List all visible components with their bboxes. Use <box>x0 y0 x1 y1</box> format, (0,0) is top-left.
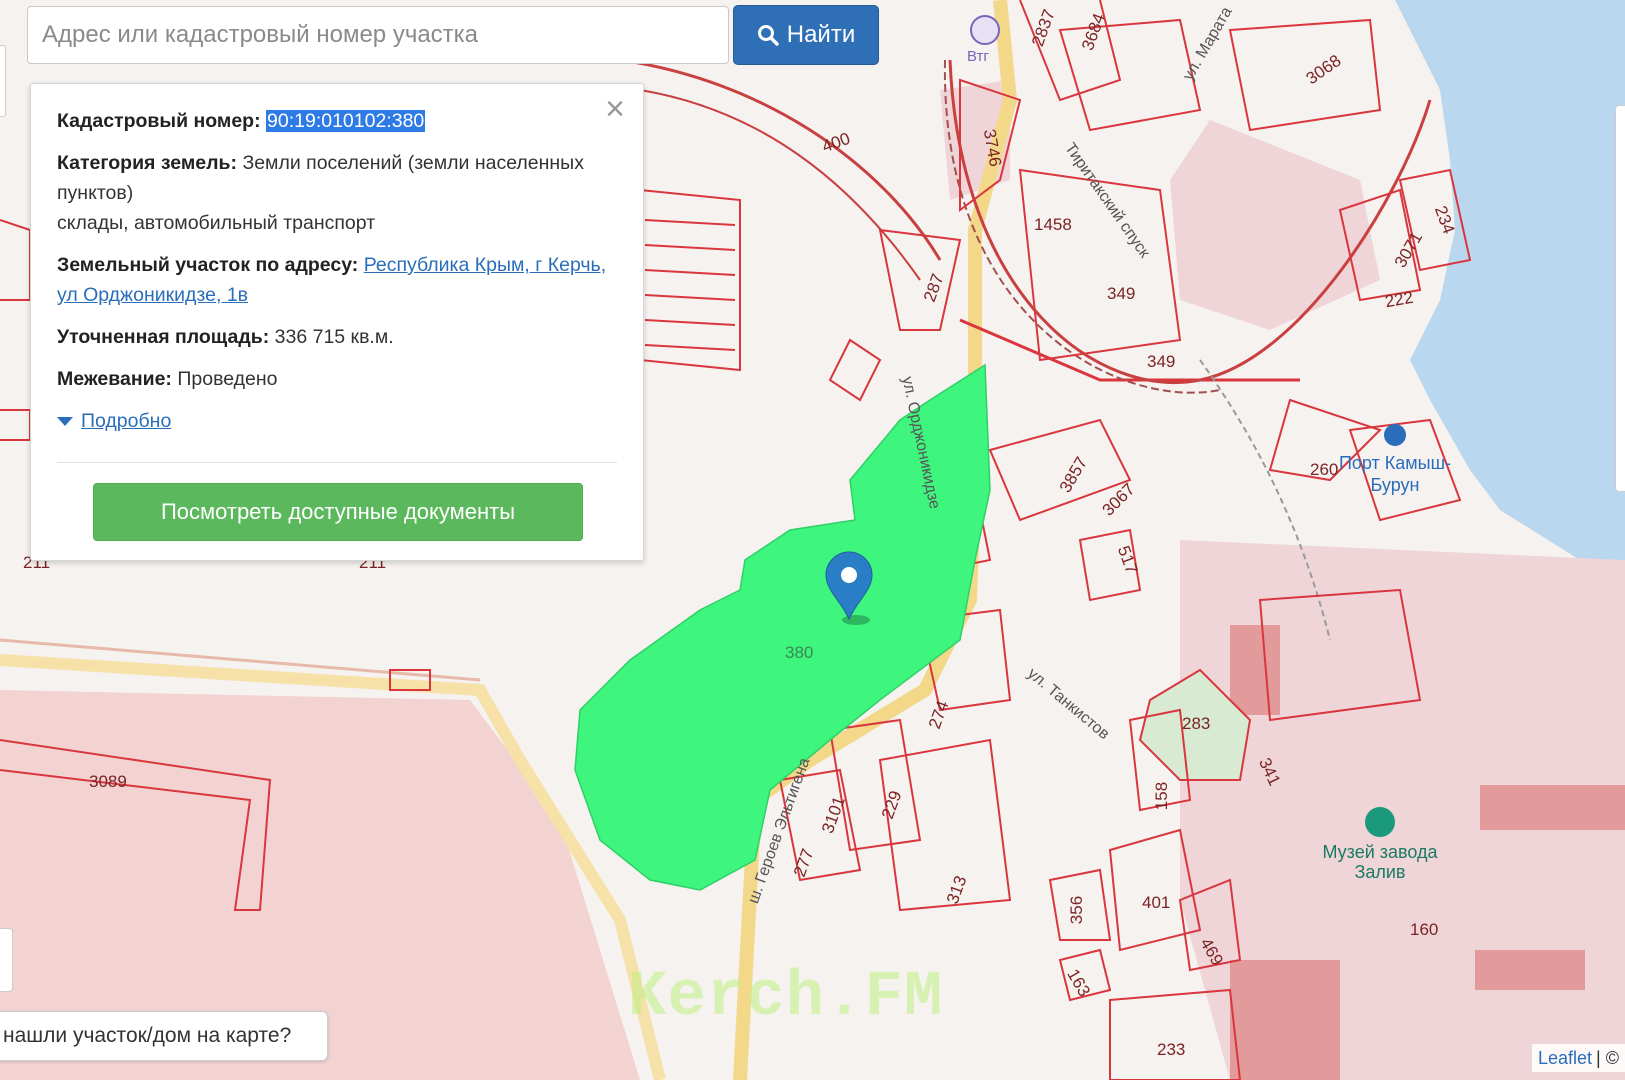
museum-icon <box>1365 807 1395 837</box>
parcel-label: 233 <box>1157 1040 1186 1059</box>
address-label: Земельный участок по адресу: <box>57 254 359 276</box>
parcel-label: 160 <box>1410 920 1439 939</box>
area-label: Уточненная площадь: <box>57 326 270 348</box>
find-button[interactable]: Найти <box>733 5 879 65</box>
details-toggle[interactable]: Подробно <box>57 406 617 436</box>
zoom-control[interactable] <box>0 928 13 992</box>
bus-stop-icon <box>970 15 1000 45</box>
search-input[interactable] <box>28 7 728 63</box>
chevron-down-icon <box>57 416 73 426</box>
address-row: Земельный участок по адресу: Республика … <box>57 250 617 310</box>
parcel-label: 1458 <box>1034 215 1072 234</box>
attribution-separator: | © <box>1596 1047 1619 1068</box>
parcel-info-popup: × Кадастровый номер: 90:19:010102:380 Ка… <box>30 83 644 561</box>
survey-value: Проведено <box>177 368 278 390</box>
find-button-label: Найти <box>786 21 856 48</box>
survey-label: Межевание: <box>57 368 172 390</box>
parcel-label: 283 <box>1182 714 1211 733</box>
parcel-label: 3089 <box>89 772 127 791</box>
close-icon[interactable]: × <box>605 92 625 126</box>
cadastral-number[interactable]: 90:19:010102:380 <box>266 110 426 132</box>
area-value: 336 715 кв.м. <box>274 326 394 348</box>
usage-text: склады, автомобильный транспорт <box>57 212 376 234</box>
right-panel-toggle[interactable] <box>1615 105 1625 492</box>
cadastral-row: Кадастровый номер: 90:19:010102:380 <box>57 106 617 136</box>
area-row: Уточненная площадь: 336 715 кв.м. <box>57 322 617 352</box>
port-icon <box>1384 424 1406 446</box>
parcel-label: 349 <box>1147 352 1176 371</box>
category-label: Категория земель: <box>57 152 238 174</box>
map-attribution: Leaflet | © <box>1532 1044 1625 1072</box>
view-documents-button[interactable]: Посмотреть доступные документы <box>93 483 583 541</box>
cadastral-label: Кадастровый номер: <box>57 110 261 132</box>
poi-label-port: Порт Камыш-Бурун <box>1338 453 1452 495</box>
parcel-label: 158 <box>1152 781 1172 811</box>
leaflet-link[interactable]: Leaflet <box>1538 1048 1592 1069</box>
help-prompt[interactable]: нашли участок/дом на карте? <box>0 1011 328 1061</box>
search-box[interactable] <box>27 6 729 64</box>
parcel-label: 356 <box>1067 895 1087 925</box>
watermark: Kerch.FM <box>628 962 944 1034</box>
parcel-label-selected: 380 <box>785 643 814 662</box>
search-icon <box>757 25 779 46</box>
popup-divider <box>57 462 617 463</box>
details-link[interactable]: Подробно <box>81 406 171 436</box>
parcel-label: 401 <box>1142 893 1171 912</box>
poi-label-bus: Втг <box>967 48 989 65</box>
parcel-label: 349 <box>1107 284 1136 303</box>
category-row: Категория земель: Земли поселений (земли… <box>57 148 617 208</box>
survey-row: Межевание: Проведено <box>57 364 617 394</box>
left-panel-toggle[interactable] <box>0 45 6 117</box>
poi-label-museum: Музей завода Залив <box>1322 842 1438 882</box>
